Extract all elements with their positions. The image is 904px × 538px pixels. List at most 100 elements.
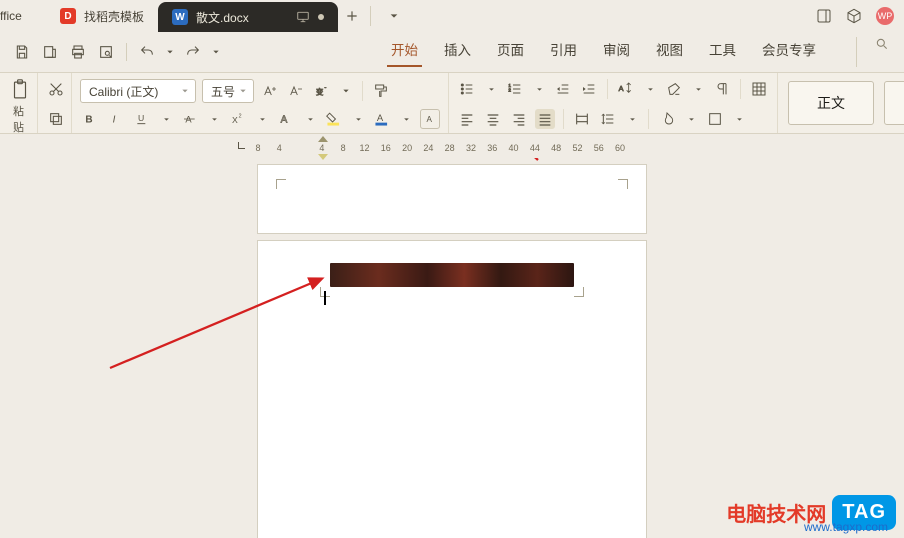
ruler-tick: 52 xyxy=(571,143,583,153)
borders-icon[interactable] xyxy=(705,109,725,129)
indent-increase-icon[interactable] xyxy=(579,79,599,99)
header-image[interactable] xyxy=(330,263,574,287)
text-effects-icon[interactable]: A xyxy=(276,109,296,129)
show-marks-icon[interactable] xyxy=(712,79,732,99)
align-left-icon[interactable] xyxy=(457,109,477,129)
clear-format-icon[interactable] xyxy=(664,79,684,99)
word-icon: W xyxy=(172,9,188,25)
format-painter-icon[interactable] xyxy=(371,81,391,101)
underline-icon[interactable]: U xyxy=(132,109,152,129)
chevron-down-icon[interactable] xyxy=(483,81,499,97)
phonetic-icon[interactable]: 变 xyxy=(312,81,332,101)
tab-office[interactable]: ffice xyxy=(0,0,46,32)
menu-start[interactable]: 开始 xyxy=(387,37,422,67)
text-cursor xyxy=(324,291,326,305)
save-icon[interactable] xyxy=(10,40,34,64)
line-spacing-icon[interactable] xyxy=(598,109,618,129)
ruler-tick: 40 xyxy=(508,143,520,153)
svg-text:I: I xyxy=(113,114,116,125)
cube-icon[interactable] xyxy=(846,8,862,24)
undo-icon[interactable] xyxy=(135,40,159,64)
char-border-icon[interactable]: A xyxy=(420,109,440,129)
bullets-icon[interactable] xyxy=(457,79,477,99)
chevron-down-icon[interactable] xyxy=(624,111,640,127)
panel-icon[interactable] xyxy=(816,8,832,24)
strike-icon[interactable]: A xyxy=(180,109,200,129)
italic-icon[interactable]: I xyxy=(106,109,126,129)
svg-text:A: A xyxy=(427,115,433,124)
menu-review[interactable]: 审阅 xyxy=(599,37,634,67)
ruler-tick: 32 xyxy=(465,143,477,153)
ruler-tick: 24 xyxy=(422,143,434,153)
menu-insert[interactable]: 插入 xyxy=(440,37,475,67)
align-right-icon[interactable] xyxy=(509,109,529,129)
font-color-icon[interactable]: A xyxy=(372,109,392,129)
align-center-icon[interactable] xyxy=(483,109,503,129)
chevron-down-icon[interactable] xyxy=(683,111,699,127)
new-tab-button[interactable] xyxy=(338,0,366,32)
menu-tools[interactable]: 工具 xyxy=(705,37,740,67)
tab-template[interactable]: D 找稻壳模板 xyxy=(46,0,158,32)
tab-label: ffice xyxy=(0,9,22,23)
tab-device-icon[interactable] xyxy=(296,10,310,24)
distribute-icon[interactable] xyxy=(572,109,592,129)
print-icon[interactable] xyxy=(66,40,90,64)
style-heading1[interactable]: 标题 1 xyxy=(884,81,904,125)
redo-dropdown[interactable] xyxy=(209,40,223,64)
menu-view[interactable]: 视图 xyxy=(652,37,687,67)
svg-text:2: 2 xyxy=(508,88,511,93)
numbering-icon[interactable]: 12 xyxy=(505,79,525,99)
document-canvas[interactable]: 电脑技术网 TAG www.tagxp.com xyxy=(0,158,904,538)
indent-decrease-icon[interactable] xyxy=(553,79,573,99)
paste-icon[interactable] xyxy=(8,79,32,101)
font-family-select[interactable]: Calibri (正文) xyxy=(80,79,196,103)
bold-icon[interactable]: B xyxy=(80,109,100,129)
font-size-select[interactable]: 五号 xyxy=(202,79,254,103)
shading-icon[interactable] xyxy=(657,109,677,129)
char-spacing-icon[interactable]: A xyxy=(616,79,636,99)
ruler-tick: 60 xyxy=(614,143,626,153)
chevron-down-icon[interactable] xyxy=(350,111,366,127)
chevron-down-icon[interactable] xyxy=(206,111,222,127)
page-prev xyxy=(257,164,647,234)
menu-member[interactable]: 会员专享 xyxy=(758,37,820,67)
sort-icon[interactable] xyxy=(749,79,769,99)
ruler-tick: 44 xyxy=(529,143,541,153)
tab-doc-active[interactable]: W 散文.docx xyxy=(158,2,338,32)
menu-reference[interactable]: 引用 xyxy=(546,37,581,67)
svg-text:U: U xyxy=(138,113,144,123)
paste-label: 粘贴 xyxy=(8,103,29,135)
chevron-down-icon[interactable] xyxy=(302,111,318,127)
ruler-tick: 8 xyxy=(252,143,264,153)
chevron-down-icon[interactable] xyxy=(398,111,414,127)
page-current xyxy=(257,240,647,538)
preview-icon[interactable] xyxy=(94,40,118,64)
docker-icon: D xyxy=(60,8,76,24)
menu-page[interactable]: 页面 xyxy=(493,37,528,67)
redo-icon[interactable] xyxy=(181,40,205,64)
chevron-down-icon[interactable] xyxy=(642,81,658,97)
clipboard-group xyxy=(38,73,72,133)
align-justify-icon[interactable] xyxy=(535,109,555,129)
decrease-font-icon[interactable] xyxy=(286,81,306,101)
chevron-down-icon[interactable] xyxy=(158,111,174,127)
undo-dropdown[interactable] xyxy=(163,40,177,64)
chevron-down-icon[interactable] xyxy=(690,81,706,97)
chevron-down-icon[interactable] xyxy=(531,81,547,97)
increase-font-icon[interactable] xyxy=(260,81,280,101)
cut-icon[interactable] xyxy=(46,79,66,99)
indent-marker-top-icon[interactable] xyxy=(318,136,328,142)
menu-bar: 开始 插入 页面 引用 审阅 视图 工具 会员专享 xyxy=(387,37,889,67)
superscript-icon[interactable]: X2 xyxy=(228,109,248,129)
copy-icon[interactable] xyxy=(46,109,66,129)
chevron-down-icon[interactable] xyxy=(338,83,354,99)
chevron-down-icon[interactable] xyxy=(254,111,270,127)
highlight-icon[interactable] xyxy=(324,109,344,129)
menu-search-icon[interactable] xyxy=(856,37,889,67)
export-icon[interactable] xyxy=(38,40,62,64)
style-body[interactable]: 正文 xyxy=(788,81,874,125)
avatar[interactable]: WP xyxy=(876,7,894,25)
ruler[interactable]: 8 4 4 8 12 16 20 24 28 32 36 40 44 48 52… xyxy=(0,134,904,158)
chevron-down-icon[interactable] xyxy=(731,111,747,127)
tab-list-button[interactable] xyxy=(380,0,408,32)
